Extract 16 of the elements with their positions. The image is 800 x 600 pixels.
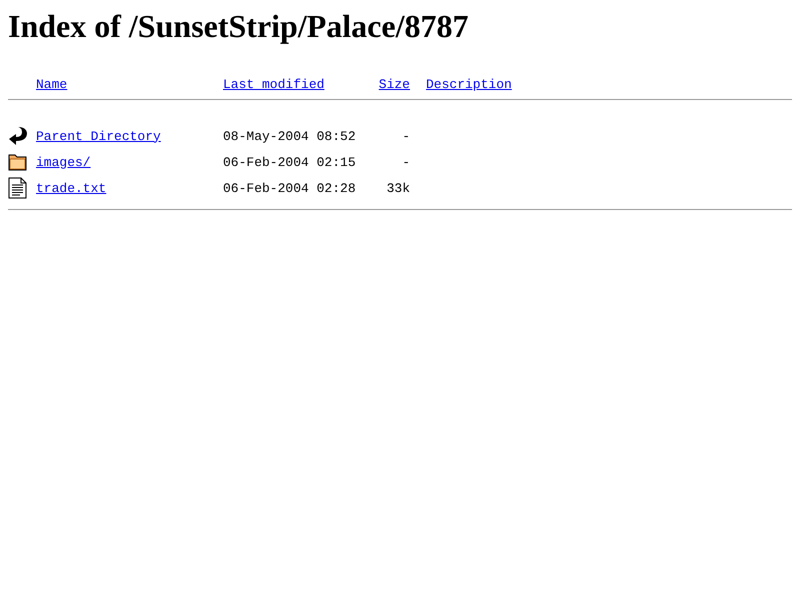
file-size: - — [402, 154, 410, 170]
file-size: - — [402, 128, 410, 144]
column-header-link[interactable]: Size — [378, 77, 410, 92]
file-link[interactable]: Parent Directory — [36, 128, 161, 144]
column-header-link[interactable]: Name — [36, 77, 68, 92]
file-size: 33k — [386, 180, 410, 196]
back-arrow-icon — [8, 125, 28, 147]
file-link[interactable]: trade.txt — [36, 180, 106, 196]
modified-date: 08-May-2004 08:52 — [223, 128, 356, 144]
page-title: Index of /SunsetStrip/Palace/8787 — [8, 8, 470, 45]
modified-date: 06-Feb-2004 02:15 — [223, 154, 356, 170]
column-header-link[interactable]: Description — [426, 77, 512, 92]
column-header-link[interactable]: Last modified — [223, 77, 324, 92]
text-file-icon — [8, 177, 28, 199]
file-link[interactable]: images/ — [36, 154, 91, 170]
modified-date: 06-Feb-2004 02:28 — [223, 180, 356, 196]
